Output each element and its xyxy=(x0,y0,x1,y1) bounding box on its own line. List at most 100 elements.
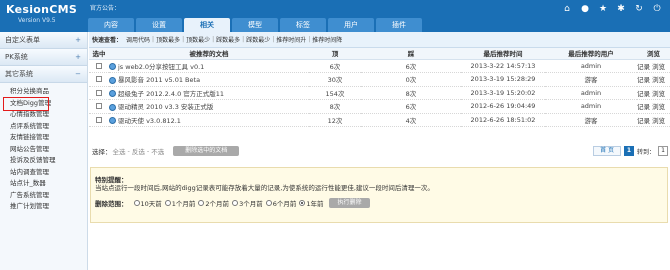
last-user: 游客 xyxy=(545,72,637,87)
sidebar-item-feedback[interactable]: 投诉及反馈管理 xyxy=(0,155,87,167)
expand-icon: + xyxy=(75,36,81,44)
radio-1-month[interactable] xyxy=(164,200,171,206)
radio-label: 6个月前 xyxy=(272,200,297,208)
range-label: 删除范围： xyxy=(95,200,128,208)
row-actions[interactable]: 记录 浏览 xyxy=(637,72,670,87)
document-title[interactable]: js web2.0分享按钮工具 v0.1 xyxy=(118,63,204,71)
last-user: 游客 xyxy=(545,113,637,127)
last-time: 2013-3-22 14:57:13 xyxy=(461,59,545,73)
up-count: 8次 xyxy=(309,99,361,114)
sidebar: 自定义表单 + PK系统 + 其它系统 − 积分兑换商品 文档Digg管理 心情… xyxy=(0,32,88,270)
col-down: 踩 xyxy=(361,48,461,60)
radio-label: 2个月前 xyxy=(205,200,230,208)
gear-icon[interactable]: ✱ xyxy=(616,4,626,14)
up-count: 12次 xyxy=(309,113,361,127)
document-title[interactable]: 超级兔子 2012.2.4.0 官方正式版11 xyxy=(118,90,224,98)
document-title[interactable]: 暴风影音 2011 v5.01 Beta xyxy=(118,76,200,84)
select-label: 选择： xyxy=(92,148,112,156)
row-checkbox[interactable] xyxy=(96,89,102,96)
sidebar-item-notice[interactable]: 网站公告管理 xyxy=(0,144,87,156)
document-title[interactable]: 驱动精灵 2010 v3.3 安装正式版 xyxy=(118,103,213,111)
tab-content[interactable]: 内容 xyxy=(88,18,134,32)
document-title[interactable]: 驱动天使 v3.0.812.1 xyxy=(118,117,181,125)
tab-tags[interactable]: 标签 xyxy=(280,18,326,32)
home-icon[interactable]: ⌂ xyxy=(562,4,572,14)
top-icons: ⌂ ● ★ ✱ ↻ ⏻ xyxy=(562,4,662,14)
radio-6-months[interactable] xyxy=(265,200,272,206)
select-none-link[interactable]: 不选 xyxy=(150,146,165,156)
last-time: 2013-3-19 15:20:02 xyxy=(461,86,545,100)
last-time: 2012-6-26 19:04:49 xyxy=(461,99,545,114)
link-call-code[interactable]: 调用代码 xyxy=(124,35,152,44)
last-time: 2013-3-19 15:28:29 xyxy=(461,72,545,87)
sidebar-item-mood[interactable]: 心情指数管理 xyxy=(0,109,87,121)
tab-users[interactable]: 用户 xyxy=(328,18,374,32)
document-icon xyxy=(109,76,116,84)
sidebar-item-survey[interactable]: 站内调查管理 xyxy=(0,167,87,179)
row-actions[interactable]: 记录 浏览 xyxy=(637,113,670,127)
table-row: 暴风影音 2011 v5.01 Beta 30次 0次 2013-3-19 15… xyxy=(89,72,670,87)
col-last-user: 最后推荐的用户 xyxy=(545,48,637,60)
radio-2-months[interactable] xyxy=(198,200,205,206)
radio-label: 3个月前 xyxy=(239,200,263,208)
row-checkbox[interactable] xyxy=(96,103,102,110)
sidebar-section-other[interactable]: 其它系统 − xyxy=(0,66,87,83)
top-header: KesionCMS Version V9.5 官方公告： 内容 设置 相关 模型… xyxy=(0,0,670,32)
down-count: 6次 xyxy=(361,99,461,114)
down-count: 8次 xyxy=(361,86,461,100)
tab-settings[interactable]: 设置 xyxy=(136,18,182,32)
exit-icon[interactable]: ⏻ xyxy=(652,4,662,14)
select-invert-link[interactable]: 反选 xyxy=(131,146,146,156)
row-checkbox[interactable] xyxy=(96,62,102,69)
document-icon xyxy=(109,90,116,98)
first-page-button[interactable]: 首 页 xyxy=(593,146,621,156)
quick-view-label: 快速查看： xyxy=(92,37,123,44)
link-time-asc[interactable]: 推荐时间升 xyxy=(274,35,308,44)
document-icon xyxy=(109,63,116,71)
col-up: 顶 xyxy=(309,48,361,60)
link-most-down[interactable]: 踩数最多 xyxy=(214,35,242,44)
user-icon[interactable]: ● xyxy=(580,4,590,14)
collapse-icon: − xyxy=(75,70,81,78)
sidebar-item-links[interactable]: 友情链接管理 xyxy=(0,132,87,144)
document-icon xyxy=(109,117,116,125)
select-all-link[interactable]: 全选 xyxy=(112,146,127,156)
document-icon xyxy=(109,103,116,111)
link-most-up[interactable]: 顶数最多 xyxy=(154,35,182,44)
tab-model[interactable]: 模型 xyxy=(232,18,278,32)
row-actions[interactable]: 记录 浏览 xyxy=(637,86,670,100)
radio-3-months[interactable] xyxy=(232,200,239,206)
link-least-up[interactable]: 顶数最少 xyxy=(184,35,212,44)
last-user: admin xyxy=(545,86,637,100)
refresh-icon[interactable]: ↻ xyxy=(634,4,644,14)
radio-10-days[interactable] xyxy=(133,200,140,206)
link-least-down[interactable]: 踩数最少 xyxy=(244,35,272,44)
row-checkbox[interactable] xyxy=(96,116,102,123)
sidebar-section-label: PK系统 xyxy=(5,53,28,61)
down-count: 4次 xyxy=(361,113,461,127)
sidebar-item-review[interactable]: 点评系统管理 xyxy=(0,121,87,133)
tab-related[interactable]: 相关 xyxy=(184,18,230,32)
col-actions: 浏览 xyxy=(637,48,670,60)
link-time-desc[interactable]: 推荐时间降 xyxy=(310,35,344,44)
radio-1-year[interactable] xyxy=(299,200,306,206)
execute-delete-button[interactable]: 执行删除 xyxy=(329,198,370,208)
col-document: 被推荐的文档 xyxy=(109,48,309,60)
delete-selected-button[interactable]: 删除选中的文档 xyxy=(173,146,240,156)
sidebar-item-promotion[interactable]: 推广计划管理 xyxy=(0,201,87,213)
sidebar-section-pk[interactable]: PK系统 + xyxy=(0,49,87,66)
tab-plugins[interactable]: 插件 xyxy=(376,18,422,32)
star-icon[interactable]: ★ xyxy=(598,4,608,14)
last-user: admin xyxy=(545,99,637,114)
page-jump-input[interactable]: 1 xyxy=(658,146,668,156)
sidebar-item-ads[interactable]: 广告系统管理 xyxy=(0,190,87,202)
sidebar-item-counter[interactable]: 站点计_数器 xyxy=(0,178,87,190)
announcement-label: 官方公告： xyxy=(90,5,121,12)
row-actions[interactable]: 记录 浏览 xyxy=(637,59,670,73)
table-row: js web2.0分享按钮工具 v0.1 6次 6次 2013-3-22 14:… xyxy=(89,59,670,73)
row-actions[interactable]: 记录 浏览 xyxy=(637,99,670,114)
row-checkbox[interactable] xyxy=(96,76,102,83)
sidebar-item-digg[interactable]: 文档Digg管理 xyxy=(0,96,87,110)
sidebar-section-custom-form[interactable]: 自定义表单 + xyxy=(0,32,87,49)
logo-version: Version V9.5 xyxy=(18,17,56,24)
